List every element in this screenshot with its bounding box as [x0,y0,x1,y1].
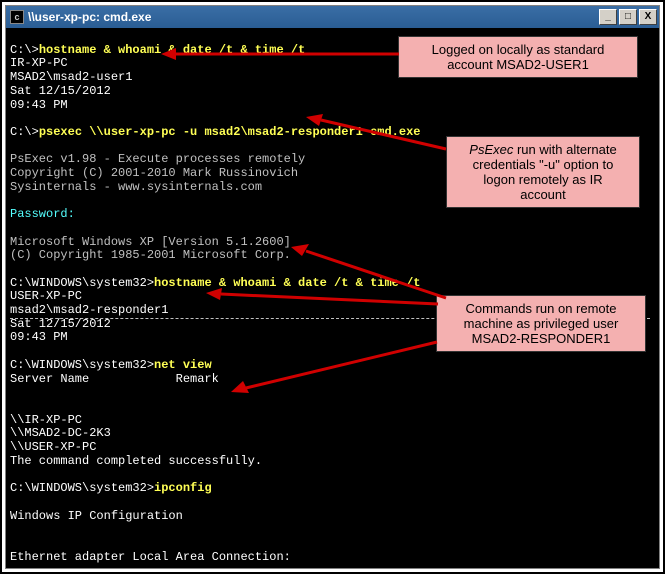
callout-2: PsExec run with alternate credentials "-… [446,136,640,208]
prompt: C:\> [10,43,39,57]
output-line: Server Name Remark [10,372,219,386]
cmd-icon: c [10,10,24,24]
output-line: \\USER-XP-PC [10,440,96,454]
output-line: \\IR-XP-PC [10,413,82,427]
callout-1: Logged on locally as standard account MS… [398,36,638,78]
output-line: Copyright (C) 2001-2010 Mark Russinovich [10,166,298,180]
cmd-text: net view [154,358,212,372]
output-line: USER-XP-PC [10,289,82,303]
output-line: Sat 12/15/2012 [10,84,111,98]
prompt: C:\WINDOWS\system32> [10,358,154,372]
output-line: Sysinternals - www.sysinternals.com [10,180,262,194]
output-line: IR-XP-PC [10,56,68,70]
window-buttons: _ □ X [599,9,657,25]
prompt: C:\WINDOWS\system32> [10,481,154,495]
output-line: Windows IP Configuration [10,509,183,523]
callout-3: Commands run on remote machine as privil… [436,295,646,352]
output-line: MSAD2\msad2-user1 [10,70,132,84]
close-button[interactable]: X [639,9,657,25]
output-line: Ethernet adapter Local Area Connection: [10,550,291,564]
output-line: \\MSAD2-DC-2K3 [10,426,111,440]
output-line: msad2\msad2-responder1 [10,303,168,317]
cmd-text: psexec \\user-xp-pc -u msad2\msad2-respo… [39,125,421,139]
window-title: \\user-xp-pc: cmd.exe [28,10,599,24]
minimize-button[interactable]: _ [599,9,617,25]
output-line: The command completed successfully. [10,454,262,468]
output-line: (C) Copyright 1985-2001 Microsoft Corp. [10,248,291,262]
cmd-window: c \\user-xp-pc: cmd.exe _ □ X C:\>hostna… [5,5,660,569]
prompt: C:\> [10,125,39,139]
titlebar[interactable]: c \\user-xp-pc: cmd.exe _ □ X [6,6,659,28]
output-line: PsExec v1.98 - Execute processes remotel… [10,152,305,166]
password-prompt: Password: [10,207,75,221]
prompt: C:\WINDOWS\system32> [10,276,154,290]
cmd-text: ipconfig [154,481,212,495]
output-line: Microsoft Windows XP [Version 5.1.2600] [10,235,291,249]
cmd-text: hostname & whoami & date /t & time /t [154,276,420,290]
output-line: 09:43 PM [10,330,68,344]
maximize-button[interactable]: □ [619,9,637,25]
cmd-text: hostname & whoami & date /t & time /t [39,43,305,57]
output-line: 09:43 PM [10,98,68,112]
